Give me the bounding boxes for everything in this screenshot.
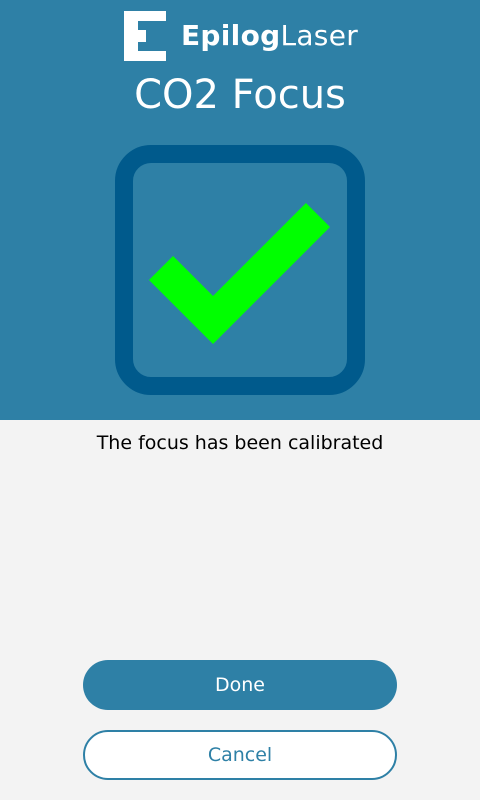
brand-wordmark: EpilogLaser (181, 19, 358, 53)
epilog-laser-logo: EpilogLaser (124, 11, 364, 61)
done-button[interactable]: Done (83, 660, 397, 710)
header-panel: EpilogLaser CO2 Focus (0, 0, 480, 420)
cancel-button[interactable]: Cancel (83, 730, 397, 780)
brand-wordmark-bold: Epilog (181, 19, 281, 52)
page-title: CO2 Focus (134, 72, 346, 118)
checkmark-success-icon (115, 145, 365, 395)
epilog-e-icon (124, 11, 166, 61)
brand-wordmark-light: Laser (280, 19, 359, 52)
status-message: The focus has been calibrated (96, 432, 384, 454)
